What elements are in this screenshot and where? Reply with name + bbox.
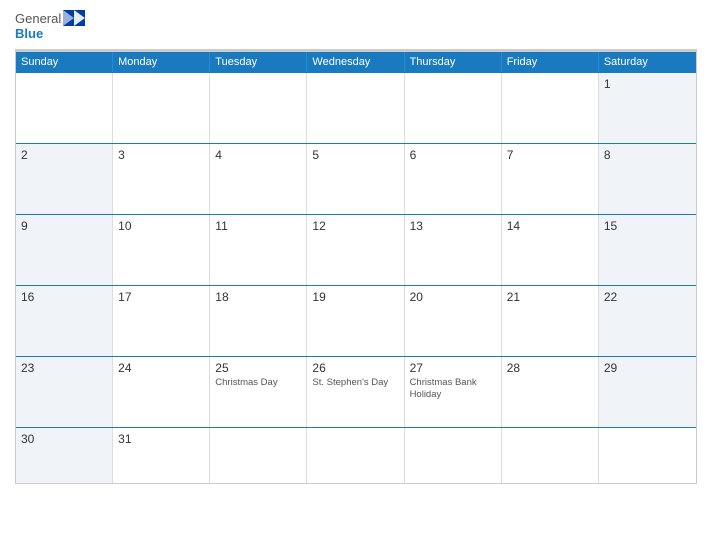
calendar-cell-1-2: 4 <box>210 144 307 214</box>
day-number: 22 <box>604 290 691 304</box>
calendar-cell-0-5 <box>502 73 599 143</box>
calendar-cell-5-1: 31 <box>113 428 210 483</box>
day-number: 26 <box>312 361 398 375</box>
calendar-week-6: 30 31 <box>16 427 696 483</box>
calendar-week-1: 1 <box>16 72 696 143</box>
calendar-cell-0-2 <box>210 73 307 143</box>
day-number: 18 <box>215 290 301 304</box>
day-number: 10 <box>118 219 204 233</box>
calendar-cell-1-3: 5 <box>307 144 404 214</box>
holiday-label: Christmas Day <box>215 377 301 389</box>
day-number: 24 <box>118 361 204 375</box>
day-number: 20 <box>410 290 496 304</box>
day-header-saturday: Saturday <box>599 52 696 72</box>
day-number: 25 <box>215 361 301 375</box>
calendar-cell-3-2: 18 <box>210 286 307 356</box>
calendar-week-4: 16 17 18 19 20 21 22 <box>16 285 696 356</box>
header: General Blue <box>15 10 697 41</box>
holiday-label: Christmas Bank Holiday <box>410 377 496 402</box>
calendar-cell-2-2: 11 <box>210 215 307 285</box>
calendar-cell-4-5: 28 <box>502 357 599 427</box>
calendar-cell-5-0: 30 <box>16 428 113 483</box>
calendar-cell-0-0 <box>16 73 113 143</box>
calendar-cell-5-5 <box>502 428 599 483</box>
calendar-cell-2-5: 14 <box>502 215 599 285</box>
calendar-cell-0-4 <box>405 73 502 143</box>
day-number: 9 <box>21 219 107 233</box>
day-number: 15 <box>604 219 691 233</box>
day-number: 30 <box>21 432 107 446</box>
calendar-cell-4-0: 23 <box>16 357 113 427</box>
calendar-week-5: 23 24 25 Christmas Day 26 St. Stephen's Day 27… <box>16 356 696 427</box>
day-number: 17 <box>118 290 204 304</box>
day-number: 21 <box>507 290 593 304</box>
holiday-label: St. Stephen's Day <box>312 377 398 389</box>
calendar-cell-4-2: 25 Christmas Day <box>210 357 307 427</box>
logo-blue-text: Blue <box>15 26 43 41</box>
calendar-cell-3-4: 20 <box>405 286 502 356</box>
calendar-cell-3-3: 19 <box>307 286 404 356</box>
calendar-cell-1-6: 8 <box>599 144 696 214</box>
calendar-cell-3-0: 16 <box>16 286 113 356</box>
day-number: 1 <box>604 77 691 91</box>
day-header-friday: Friday <box>502 52 599 72</box>
calendar-cell-1-4: 6 <box>405 144 502 214</box>
calendar-cell-0-3 <box>307 73 404 143</box>
day-header-tuesday: Tuesday <box>210 52 307 72</box>
day-number: 27 <box>410 361 496 375</box>
calendar-cell-3-1: 17 <box>113 286 210 356</box>
calendar-week-3: 9 10 11 12 13 14 15 <box>16 214 696 285</box>
day-number: 4 <box>215 148 301 162</box>
calendar-cell-1-5: 7 <box>502 144 599 214</box>
calendar-cell-4-3: 26 St. Stephen's Day <box>307 357 404 427</box>
day-number: 28 <box>507 361 593 375</box>
calendar-grid: SundayMondayTuesdayWednesdayThursdayFrid… <box>15 51 697 484</box>
calendar-cell-1-1: 3 <box>113 144 210 214</box>
calendar-cell-1-0: 2 <box>16 144 113 214</box>
day-header-thursday: Thursday <box>405 52 502 72</box>
day-number: 3 <box>118 148 204 162</box>
calendar-cell-0-1 <box>113 73 210 143</box>
day-number: 31 <box>118 432 204 446</box>
calendar-days-header: SundayMondayTuesdayWednesdayThursdayFrid… <box>16 52 696 72</box>
logo-flag-icon <box>63 10 85 26</box>
calendar-cell-5-2 <box>210 428 307 483</box>
calendar-cell-2-4: 13 <box>405 215 502 285</box>
day-number: 8 <box>604 148 691 162</box>
day-number: 2 <box>21 148 107 162</box>
day-number: 7 <box>507 148 593 162</box>
calendar-cell-4-6: 29 <box>599 357 696 427</box>
calendar-page: General Blue SundayMondayTuesdayWednesda… <box>0 0 712 550</box>
day-number: 6 <box>410 148 496 162</box>
calendar-cell-2-6: 15 <box>599 215 696 285</box>
calendar-cell-4-1: 24 <box>113 357 210 427</box>
day-header-sunday: Sunday <box>16 52 113 72</box>
logo: General Blue <box>15 10 85 41</box>
day-number: 29 <box>604 361 691 375</box>
calendar-cell-2-1: 10 <box>113 215 210 285</box>
day-header-monday: Monday <box>113 52 210 72</box>
day-number: 14 <box>507 219 593 233</box>
calendar-cell-5-6 <box>599 428 696 483</box>
calendar-cell-3-5: 21 <box>502 286 599 356</box>
calendar-cell-0-6: 1 <box>599 73 696 143</box>
calendar-cell-2-0: 9 <box>16 215 113 285</box>
day-number: 19 <box>312 290 398 304</box>
calendar-cell-4-4: 27 Christmas Bank Holiday <box>405 357 502 427</box>
day-number: 13 <box>410 219 496 233</box>
calendar-cell-3-6: 22 <box>599 286 696 356</box>
day-number: 5 <box>312 148 398 162</box>
logo-general-text: General <box>15 11 61 26</box>
calendar-body: 1234567891011121314151617181920212223242… <box>16 72 696 483</box>
day-number: 16 <box>21 290 107 304</box>
calendar-week-2: 2345678 <box>16 143 696 214</box>
day-header-wednesday: Wednesday <box>307 52 404 72</box>
day-number: 11 <box>215 219 301 233</box>
day-number: 12 <box>312 219 398 233</box>
day-number: 23 <box>21 361 107 375</box>
calendar-cell-5-3 <box>307 428 404 483</box>
calendar-cell-2-3: 12 <box>307 215 404 285</box>
calendar-cell-5-4 <box>405 428 502 483</box>
